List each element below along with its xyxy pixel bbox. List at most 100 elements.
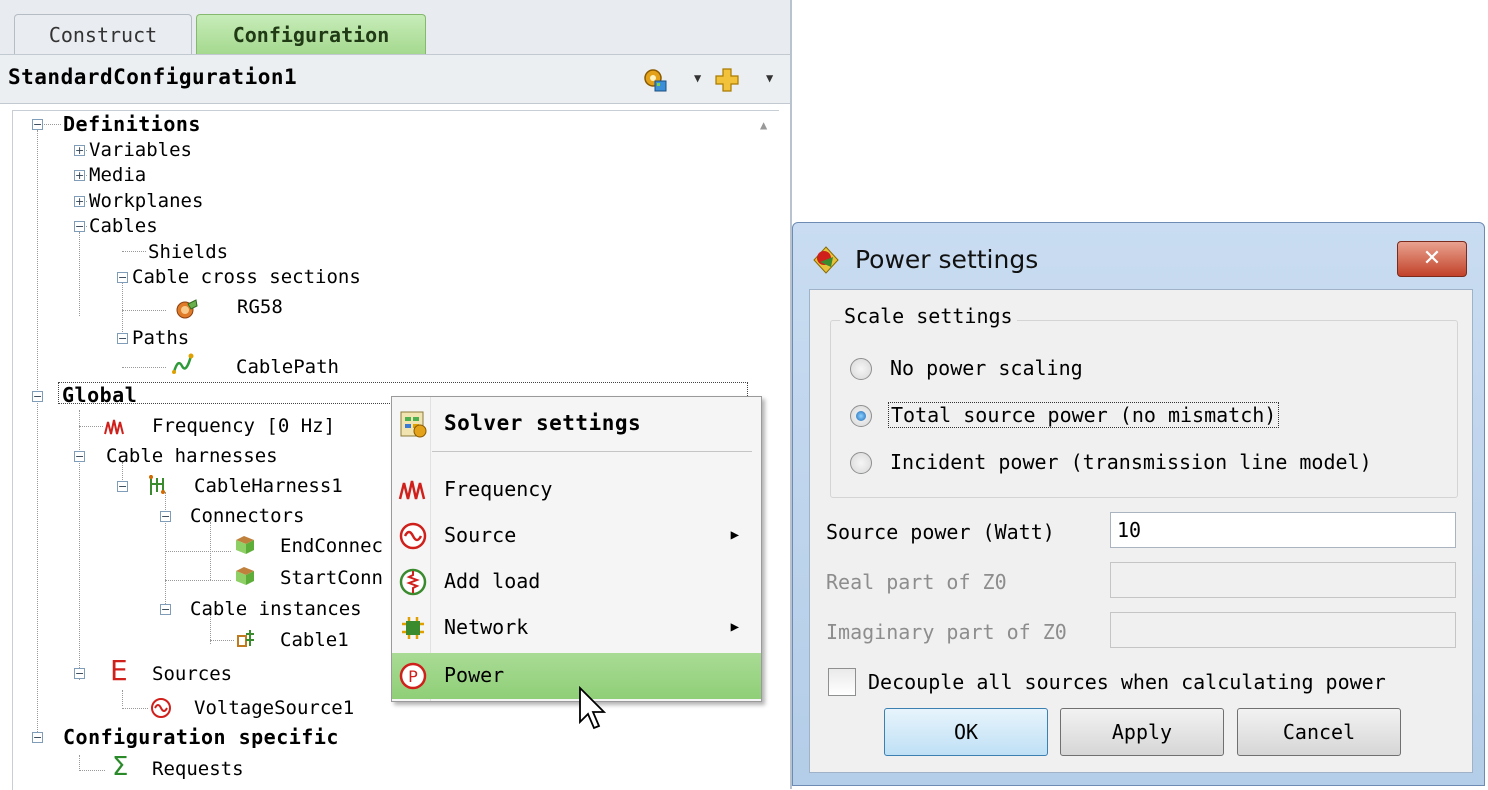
menu-item-frequency[interactable]: Frequency bbox=[392, 467, 761, 513]
collapse-toggle[interactable]: − bbox=[32, 732, 43, 743]
solver-settings-icon bbox=[400, 411, 427, 438]
collapse-toggle[interactable]: − bbox=[160, 604, 171, 615]
frequency-icon bbox=[398, 480, 426, 500]
tree-node-cable-path[interactable]: CablePath bbox=[236, 355, 339, 379]
submenu-arrow-icon: ▶ bbox=[730, 527, 739, 543]
radio-label: Total source power (no mismatch) bbox=[888, 402, 1280, 428]
chevron-down-icon[interactable]: ▼ bbox=[766, 71, 773, 85]
connector-icon bbox=[236, 567, 254, 585]
sources-icon: E bbox=[110, 654, 128, 687]
menu-item-source[interactable]: Source ▶ bbox=[392, 513, 761, 559]
expand-toggle[interactable]: + bbox=[74, 196, 85, 207]
chevron-down-icon[interactable]: ▼ bbox=[694, 71, 701, 85]
connector-icon bbox=[236, 536, 254, 554]
menu-separator bbox=[432, 451, 752, 452]
tree-node-cable1[interactable]: Cable1 bbox=[280, 628, 349, 652]
collapse-toggle[interactable]: − bbox=[32, 119, 43, 130]
tree-node-media[interactable]: Media bbox=[89, 163, 146, 187]
source-power-input[interactable]: 10 bbox=[1110, 512, 1456, 548]
configuration-title-bar: StandardConfiguration1 ▼ ▼ bbox=[0, 54, 790, 104]
tree-node-variables[interactable]: Variables bbox=[89, 138, 192, 162]
close-button[interactable]: ✕ bbox=[1397, 241, 1467, 277]
power-icon: P bbox=[399, 662, 427, 690]
tree-node-voltage-source1[interactable]: VoltageSource1 bbox=[194, 696, 354, 720]
voltage-source-icon bbox=[151, 698, 171, 718]
tree-node-definitions[interactable]: Definitions bbox=[63, 112, 201, 136]
load-icon bbox=[399, 568, 427, 596]
tree-node-global[interactable]: Global bbox=[62, 383, 137, 407]
dialog-body: Scale settings No power scaling Total so… bbox=[809, 289, 1473, 773]
scale-settings-label: Scale settings bbox=[840, 304, 1017, 328]
mouse-cursor-icon bbox=[579, 686, 606, 730]
tree-node-end-connector[interactable]: EndConnec bbox=[280, 534, 383, 558]
tree-node-shields[interactable]: Shields bbox=[148, 240, 228, 264]
tree-node-cables[interactable]: Cables bbox=[89, 214, 158, 238]
collapse-toggle[interactable]: − bbox=[117, 333, 128, 344]
cable-harness-icon bbox=[149, 475, 165, 495]
radio-no-power-scaling[interactable] bbox=[850, 358, 872, 380]
menu-item-add-load[interactable]: Add load bbox=[392, 559, 761, 605]
radio-incident-power[interactable] bbox=[850, 452, 872, 474]
radio-label: Incident power (transmission line model) bbox=[890, 450, 1372, 474]
menu-item-power[interactable]: P Power bbox=[392, 653, 761, 699]
radio-total-source-power[interactable] bbox=[850, 405, 872, 427]
scroll-up-icon[interactable]: ▲ bbox=[760, 118, 767, 132]
menu-label: Network bbox=[444, 615, 529, 639]
dialog-title: Power settings bbox=[855, 245, 1039, 274]
configuration-title: StandardConfiguration1 bbox=[8, 65, 298, 89]
tree-node-workplanes[interactable]: Workplanes bbox=[89, 189, 203, 213]
collapse-toggle[interactable]: − bbox=[74, 221, 85, 232]
menu-label: Source bbox=[444, 523, 517, 547]
tree-node-requests[interactable]: Requests bbox=[152, 757, 244, 781]
submenu-arrow-icon: ▶ bbox=[730, 619, 739, 635]
menu-label: Solver settings bbox=[444, 411, 642, 435]
add-icon[interactable] bbox=[714, 67, 740, 93]
voltage-source-icon bbox=[399, 522, 427, 550]
cable-instance-icon bbox=[237, 630, 254, 647]
gear-icon[interactable] bbox=[642, 67, 668, 93]
tree-node-paths[interactable]: Paths bbox=[132, 326, 189, 350]
tree-node-cable-instances[interactable]: Cable instances bbox=[190, 597, 362, 621]
real-z0-input[interactable] bbox=[1110, 562, 1456, 598]
tree-node-sources[interactable]: Sources bbox=[152, 662, 232, 686]
apply-button[interactable]: Apply bbox=[1060, 708, 1224, 756]
decouple-checkbox[interactable] bbox=[828, 668, 856, 696]
imaginary-z0-label: Imaginary part of Z0 bbox=[826, 620, 1067, 644]
requests-icon: Σ bbox=[112, 752, 129, 782]
imaginary-z0-input[interactable] bbox=[1110, 612, 1456, 648]
power-settings-dialog: Power settings ✕ Scale settings No power… bbox=[792, 222, 1485, 786]
collapse-toggle[interactable]: − bbox=[74, 668, 85, 679]
cable-path-icon bbox=[172, 353, 194, 374]
tab-configuration[interactable]: Configuration bbox=[196, 14, 426, 54]
tree-node-rg58[interactable]: RG58 bbox=[237, 295, 283, 319]
cancel-button[interactable]: Cancel bbox=[1237, 708, 1401, 756]
expand-toggle[interactable]: + bbox=[74, 145, 85, 156]
tree-node-cable-harness1[interactable]: CableHarness1 bbox=[194, 474, 343, 498]
menu-item-network[interactable]: Network ▶ bbox=[392, 605, 761, 651]
ok-button[interactable]: OK bbox=[884, 708, 1048, 756]
menu-label: Frequency bbox=[444, 477, 553, 501]
radio-label: No power scaling bbox=[890, 356, 1083, 380]
tree-node-cable-cross-sections[interactable]: Cable cross sections bbox=[132, 265, 361, 289]
tab-construct[interactable]: Construct bbox=[14, 14, 192, 54]
menu-label: Power bbox=[444, 663, 505, 687]
collapse-toggle[interactable]: − bbox=[117, 272, 128, 283]
coax-cable-icon bbox=[176, 299, 198, 319]
real-z0-label: Real part of Z0 bbox=[826, 570, 1007, 594]
collapse-toggle[interactable]: − bbox=[74, 451, 85, 462]
tree-node-cable-harnesses[interactable]: Cable harnesses bbox=[106, 444, 278, 468]
collapse-toggle[interactable]: − bbox=[32, 391, 43, 402]
expand-toggle[interactable]: + bbox=[74, 170, 85, 181]
frequency-icon bbox=[104, 419, 124, 435]
collapse-toggle[interactable]: − bbox=[160, 511, 171, 522]
menu-label: Add load bbox=[444, 569, 541, 593]
tree-node-start-connector[interactable]: StartConn bbox=[280, 566, 383, 590]
tree-node-connectors[interactable]: Connectors bbox=[190, 504, 304, 528]
network-icon bbox=[402, 617, 424, 639]
collapse-toggle[interactable]: − bbox=[117, 481, 128, 492]
tree-node-configuration-specific[interactable]: Configuration specific bbox=[63, 725, 339, 749]
svg-text:P: P bbox=[408, 667, 418, 686]
menu-item-solver-settings[interactable]: Solver settings bbox=[392, 401, 761, 447]
tree-node-frequency[interactable]: Frequency [0 Hz] bbox=[152, 414, 335, 438]
decouple-label: Decouple all sources when calculating po… bbox=[868, 670, 1386, 694]
